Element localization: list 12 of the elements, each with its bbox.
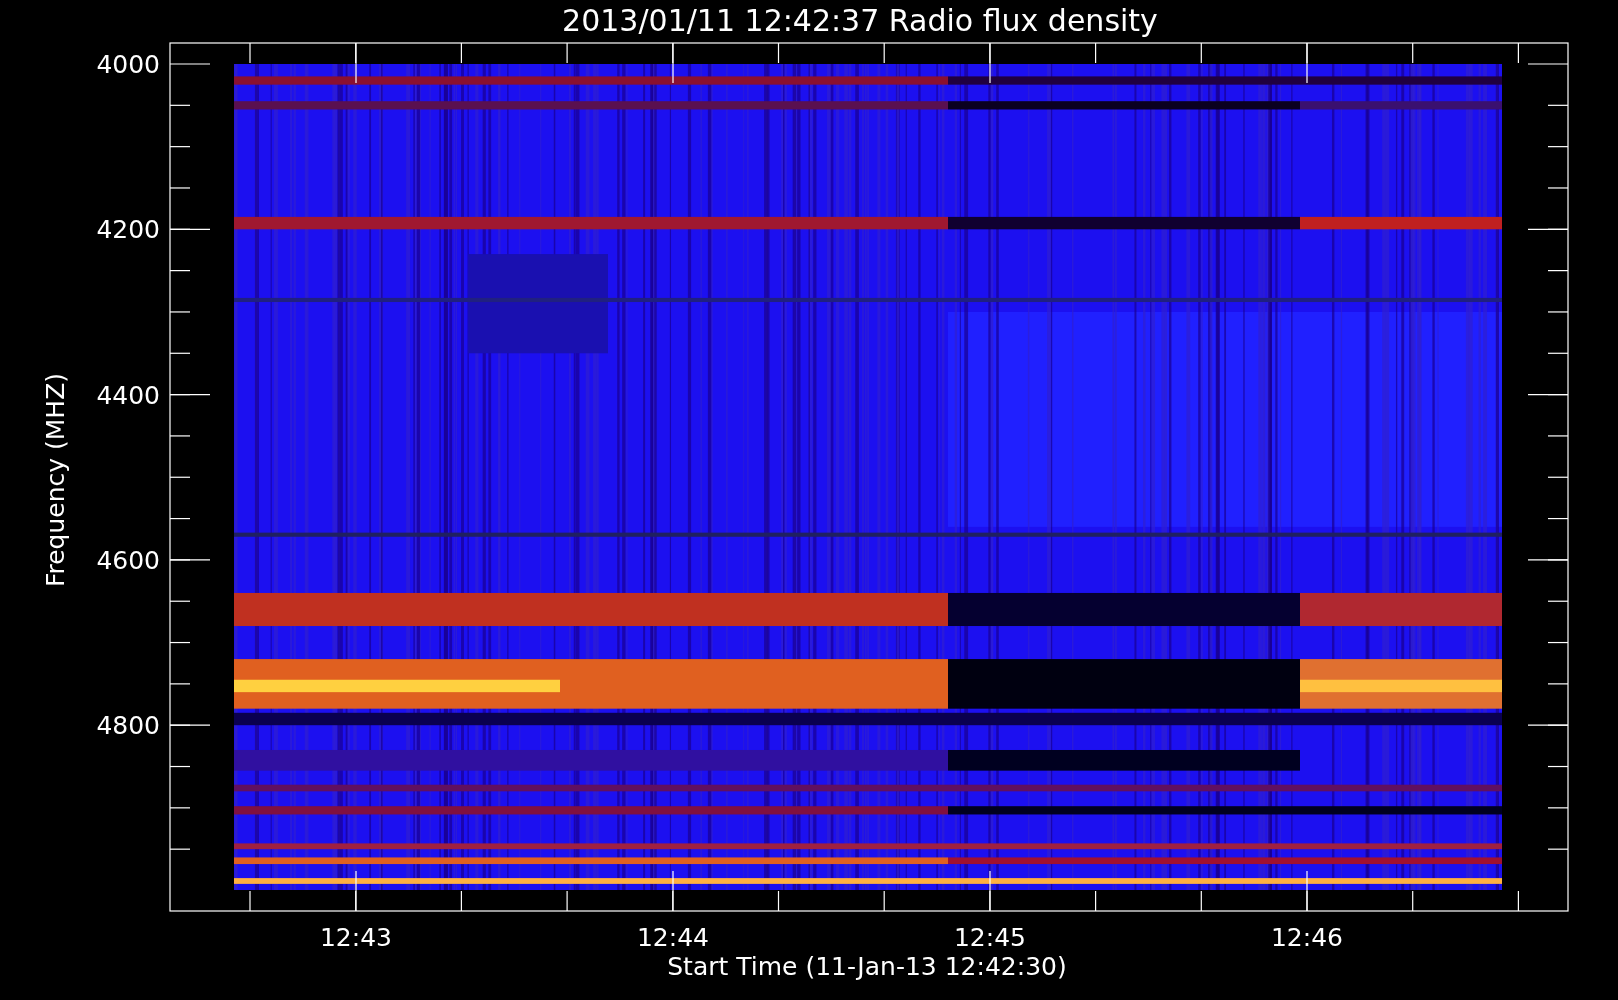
y-tick-label: 4200 xyxy=(96,215,160,245)
x-tick-label: 12:44 xyxy=(637,923,709,952)
x-tick-label: 12:43 xyxy=(320,923,392,952)
y-tick-label: 4600 xyxy=(96,545,160,575)
y-tick-label: 4800 xyxy=(96,711,160,741)
y-tick-label: 4400 xyxy=(96,380,160,410)
x-tick-label: 12:46 xyxy=(1271,923,1343,952)
x-tick-label: 12:45 xyxy=(954,923,1026,952)
y-axis-title: Frequency (MHZ) xyxy=(41,372,70,588)
y-tick-label: 4000 xyxy=(96,50,160,79)
chart-title: 2013/01/11 12:42:37 Radio flux density xyxy=(562,3,1158,38)
x-axis-title: Start Time (11-Jan-13 12:42:30) xyxy=(667,952,1067,981)
